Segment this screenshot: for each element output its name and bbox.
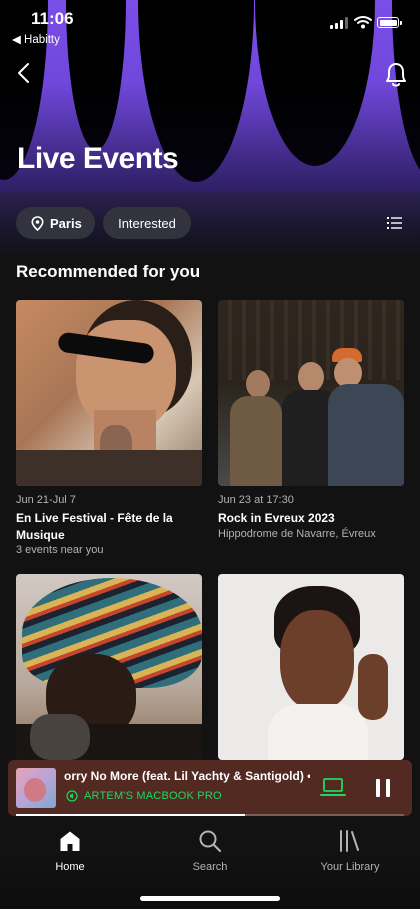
interested-filter-chip[interactable]: Interested <box>103 207 191 239</box>
laptop-icon[interactable] <box>320 776 346 798</box>
event-card[interactable] <box>218 574 404 760</box>
tab-label: Home <box>55 861 85 873</box>
status-bar: 11:06 ◀ Habitty <box>0 0 420 50</box>
event-subtitle: Hippodrome de Navarre, Évreux <box>218 528 376 540</box>
event-date: Jun 23 at 17:30 <box>218 494 294 506</box>
bell-icon[interactable] <box>383 60 409 88</box>
event-image <box>218 574 404 760</box>
tab-bar: Home Search Your Library <box>0 812 420 909</box>
tab-label: Your Library <box>320 861 380 873</box>
speaker-icon <box>66 790 78 802</box>
clock: 11:06 <box>31 9 74 28</box>
playback-progress[interactable] <box>16 814 404 816</box>
back-to-app-link[interactable]: ◀ Habitty <box>12 32 60 46</box>
battery-icon <box>377 17 402 28</box>
playback-progress-fill <box>16 814 245 816</box>
event-name: Rock in Evreux 2023 <box>218 511 335 525</box>
tab-your-library[interactable]: Your Library <box>295 829 405 873</box>
event-image <box>16 574 202 760</box>
event-card[interactable]: Jun 23 at 17:30 Rock in Evreux 2023 Hipp… <box>218 300 404 540</box>
list-view-icon[interactable] <box>386 215 403 231</box>
tab-label: Search <box>192 861 228 873</box>
device-label: ARTEM'S MACBOOK PRO <box>84 790 222 802</box>
back-chevron-icon[interactable] <box>14 62 34 84</box>
event-name: En Live Festival - Fête de la Musique <box>16 511 173 542</box>
page-title: Live Events <box>17 142 179 175</box>
event-card[interactable] <box>16 574 202 760</box>
event-image <box>16 300 202 486</box>
event-image <box>218 300 404 486</box>
location-filter-chip[interactable]: Paris <box>16 207 95 239</box>
event-card[interactable]: Jun 21-Jul 7 En Live Festival - Fête de … <box>16 300 202 556</box>
section-title: Recommended for you <box>16 262 201 281</box>
library-icon <box>340 830 359 852</box>
tab-home[interactable]: Home <box>15 829 125 873</box>
album-art <box>16 768 56 808</box>
wifi-icon <box>354 16 372 29</box>
home-icon <box>60 831 80 851</box>
search-icon <box>199 830 222 853</box>
location-label: Paris <box>50 215 82 231</box>
mini-player[interactable]: orry No More (feat. Lil Yachty & Santigo… <box>8 760 412 816</box>
home-indicator[interactable] <box>140 896 280 901</box>
location-pin-icon <box>31 215 44 231</box>
event-subtitle: 3 events near you <box>16 544 104 556</box>
event-date: Jun 21-Jul 7 <box>16 494 76 506</box>
pause-icon[interactable] <box>373 777 393 799</box>
signal-icon <box>330 17 348 29</box>
connected-device[interactable]: ARTEM'S MACBOOK PRO <box>66 790 222 802</box>
track-title: orry No More (feat. Lil Yachty & Santigo… <box>64 769 310 783</box>
tab-search[interactable]: Search <box>155 829 265 873</box>
